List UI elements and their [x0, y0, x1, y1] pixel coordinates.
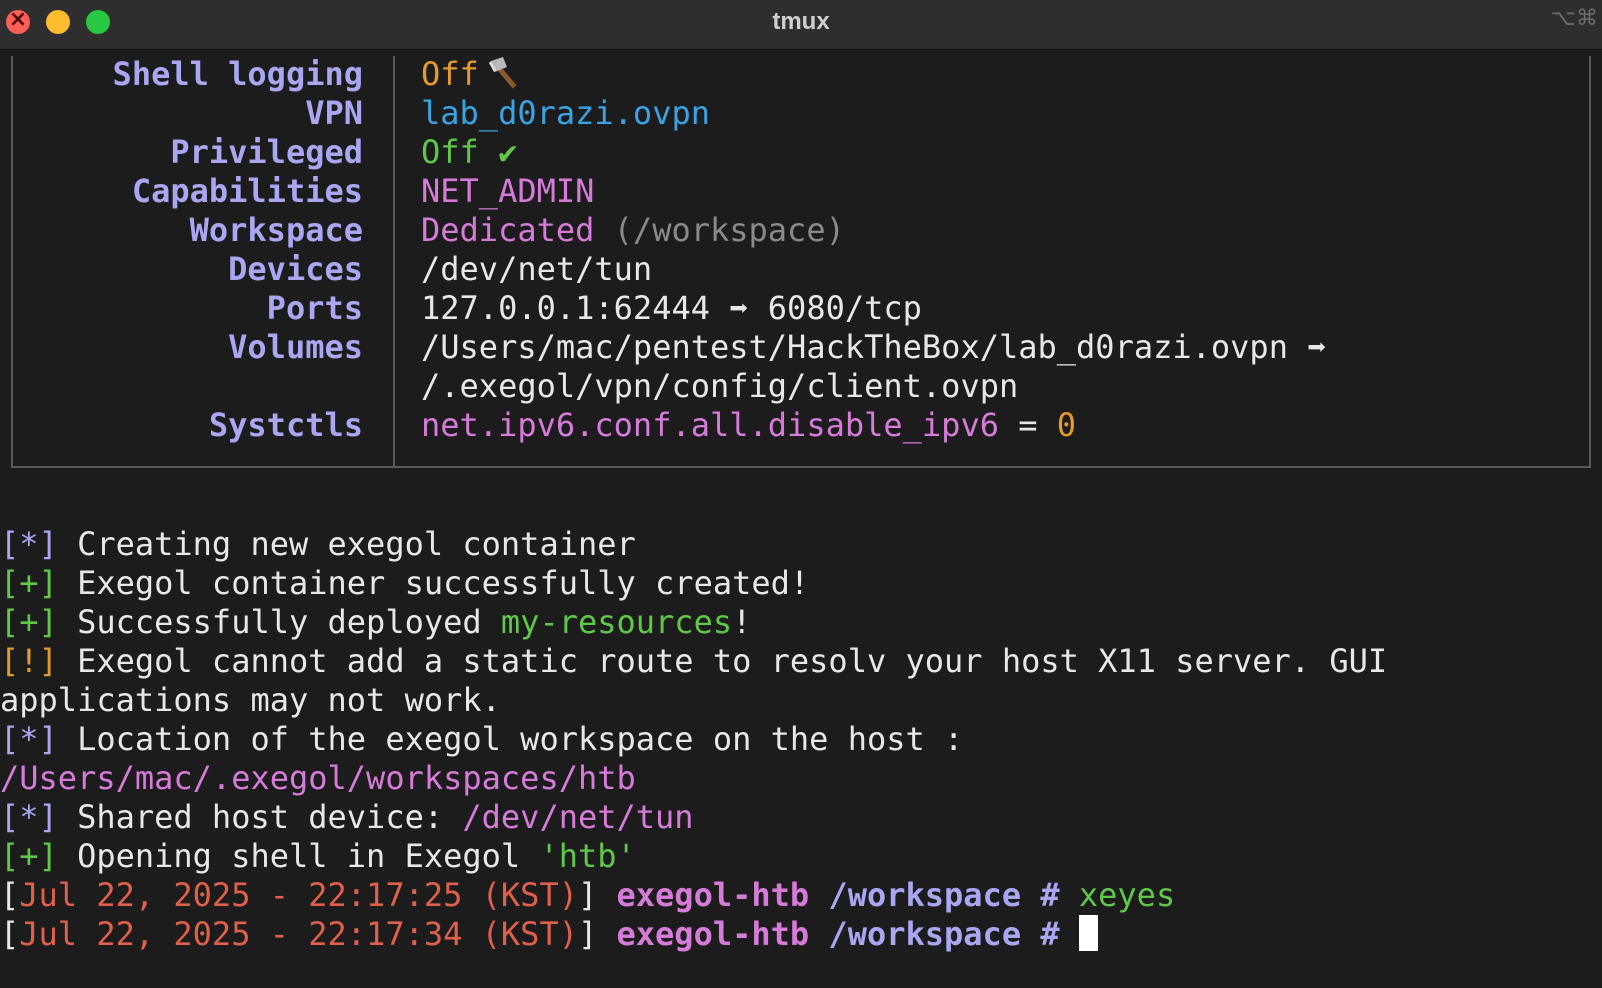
log-line: [+] Successfully deployed my-resources!	[0, 602, 751, 642]
info-value-sysctls: net.ipv6.conf.all.disable_ipv6 = 0	[421, 405, 1076, 445]
prompt-bracket-close: ]	[577, 876, 598, 914]
log-text: Shared host device:	[57, 798, 463, 836]
info-value-shell-logging: Off	[421, 54, 523, 94]
log-line: [!] Exegol cannot add a static route to …	[0, 641, 1387, 681]
check-icon: ✔	[498, 133, 518, 171]
workspace-location-path: /Users/mac/.exegol/workspaces/htb	[0, 759, 636, 797]
prompt-command: xeyes	[1059, 876, 1176, 914]
log-text: Successfully deployed	[57, 603, 501, 641]
info-value-ports: 127.0.0.1:62444 ➡ 6080/tcp	[421, 289, 922, 327]
log-prefix-info: [*]	[0, 720, 58, 758]
info-key-devices: Devices	[228, 250, 363, 288]
info-key-vpn: VPN	[305, 94, 363, 132]
prompt-host: exegol-htb	[597, 915, 810, 953]
log-line: [*] Shared host device: /dev/net/tun	[0, 797, 694, 837]
info-key-ports: Ports	[266, 289, 363, 327]
prompt-path: /workspace #	[809, 915, 1060, 953]
info-key-shell-logging: Shell logging	[112, 55, 363, 93]
hatchet-icon	[485, 55, 523, 89]
window-title: tmux	[772, 8, 830, 35]
sysctl-number: 0	[1056, 406, 1077, 444]
table-divider	[393, 56, 395, 466]
shell-prompt-line: [Jul 22, 2025 - 22:17:25 (KST)] exegol-h…	[0, 875, 1175, 915]
log-highlight: 'htb'	[539, 837, 636, 875]
log-prefix-info: [*]	[0, 798, 58, 836]
terminal-cursor[interactable]	[1078, 915, 1098, 951]
info-key-volumes: Volumes	[228, 328, 363, 366]
log-text: Exegol container successfully created!	[57, 564, 810, 602]
info-key-workspace: Workspace	[189, 211, 363, 249]
sysctl-equals: =	[998, 406, 1057, 444]
log-line: [*] Creating new exegol container	[0, 524, 636, 564]
prompt-timestamp: Jul 22, 2025 - 22:17:34 (KST)	[19, 915, 578, 953]
workspace-value: Dedicated	[421, 211, 595, 249]
info-value-capabilities: NET_ADMIN	[421, 172, 595, 210]
shell-logging-value: Off	[421, 55, 479, 93]
info-key-capabilities: Capabilities	[131, 172, 363, 210]
log-line: [*] Location of the exegol workspace on …	[0, 719, 963, 759]
info-value-workspace: Dedicated (/workspace)	[421, 210, 845, 250]
log-highlight: my-resources	[500, 603, 733, 641]
log-prefix-success: [+]	[0, 603, 58, 641]
prompt-path: /workspace #	[809, 876, 1060, 914]
log-text: Location of the exegol workspace on the …	[57, 720, 964, 758]
log-prefix-info: [*]	[0, 525, 58, 563]
info-value-volumes-cont: /.exegol/vpn/config/client.ovpn	[421, 367, 1019, 405]
keyboard-shortcut-indicator: ⌥⌘	[1550, 6, 1598, 31]
prompt-bracket-open: [	[0, 915, 20, 953]
info-key-sysctls: Systctls	[208, 406, 363, 444]
log-line: [+] Exegol container successfully create…	[0, 563, 809, 603]
log-text: Creating new exegol container	[57, 525, 636, 563]
log-prefix-success: [+]	[0, 564, 58, 602]
window-titlebar: tmux ⌥⌘	[0, 0, 1602, 50]
log-text: Exegol cannot add a static route to reso…	[57, 642, 1388, 680]
prompt-bracket-open: [	[0, 876, 20, 914]
prompt-bracket-close: ]	[577, 915, 598, 953]
info-value-devices: /dev/net/tun	[421, 250, 653, 288]
log-line-continuation: applications may not work.	[0, 681, 501, 719]
container-info-table: Shell logging Off VPN lab_d0razi.ovpn Pr…	[11, 54, 1591, 468]
workspace-path: (/workspace)	[613, 211, 845, 249]
log-line: [+] Opening shell in Exegol 'htb'	[0, 836, 636, 876]
log-highlight: /dev/net/tun	[462, 798, 694, 836]
log-prefix-warning: [!]	[0, 642, 58, 680]
shell-prompt-line[interactable]: [Jul 22, 2025 - 22:17:34 (KST)] exegol-h…	[0, 914, 1098, 954]
info-key-privileged: Privileged	[170, 133, 363, 171]
info-value-volumes: /Users/mac/pentest/HackTheBox/lab_d0razi…	[421, 328, 1327, 366]
info-value-vpn: lab_d0razi.ovpn	[421, 94, 710, 132]
prompt-command	[1060, 915, 1079, 953]
log-text: Opening shell in Exegol	[57, 837, 540, 875]
log-suffix: !	[732, 603, 752, 641]
sysctl-name: net.ipv6.conf.all.disable_ipv6	[421, 406, 999, 444]
log-prefix-success: [+]	[0, 837, 58, 875]
prompt-host: exegol-htb	[597, 876, 810, 914]
info-value-privileged: Off ✔	[421, 132, 517, 172]
prompt-timestamp: Jul 22, 2025 - 22:17:25 (KST)	[19, 876, 578, 914]
terminal-pane[interactable]: Shell logging Off VPN lab_d0razi.ovpn Pr…	[0, 50, 1602, 988]
privileged-value: Off	[421, 133, 479, 171]
